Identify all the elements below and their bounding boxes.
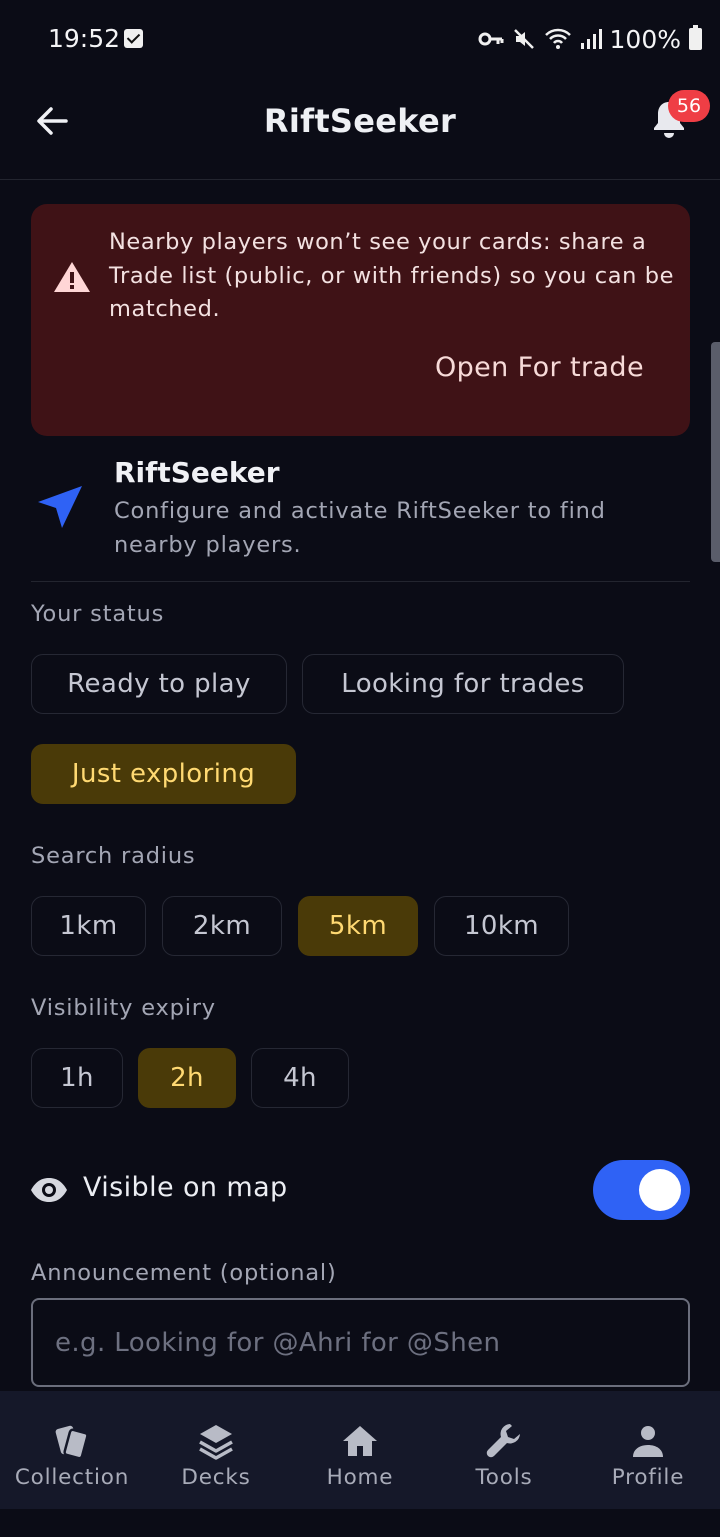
radius-label: Search radius bbox=[31, 843, 196, 869]
radius-chip-1km[interactable]: 1km bbox=[31, 896, 146, 956]
notification-badge: 56 bbox=[668, 90, 710, 122]
checkbox-notification-icon bbox=[124, 29, 143, 48]
nav-label-home: Home bbox=[326, 1465, 394, 1490]
visible-on-map-toggle[interactable] bbox=[593, 1160, 690, 1220]
nav-item-profile[interactable]: Profile bbox=[576, 1391, 720, 1509]
status-icons: 100% bbox=[478, 22, 702, 56]
home-icon bbox=[343, 1426, 377, 1456]
mute-icon bbox=[513, 29, 534, 49]
warning-message: Nearby players won’t see your cards: sha… bbox=[109, 229, 675, 322]
open-for-trade-button[interactable]: Open For trade bbox=[435, 352, 644, 383]
page-title: RiftSeeker bbox=[263, 102, 457, 140]
nav-label-decks: Decks bbox=[181, 1465, 251, 1490]
vpn-key-icon bbox=[478, 32, 504, 46]
riftseeker-header: RiftSeeker Configure and activate RiftSe… bbox=[0, 454, 720, 582]
layers-icon bbox=[199, 1425, 233, 1460]
feature-description: Configure and activate RiftSeeker to fin… bbox=[114, 498, 606, 558]
person-icon bbox=[633, 1426, 663, 1457]
nav-label-profile: Profile bbox=[611, 1465, 685, 1490]
bottom-navigation: Collection Decks Home Tools Profile bbox=[0, 1391, 720, 1509]
radius-chip-10km[interactable]: 10km bbox=[434, 896, 569, 956]
expiry-chip-1h[interactable]: 1h bbox=[31, 1048, 123, 1108]
nav-item-decks[interactable]: Decks bbox=[144, 1391, 288, 1509]
battery-icon bbox=[689, 25, 702, 50]
system-navigation-bar bbox=[0, 1509, 720, 1537]
expiry-chip-4h[interactable]: 4h bbox=[251, 1048, 349, 1108]
status-chip-just-exploring[interactable]: Just exploring bbox=[31, 744, 296, 804]
nav-label-tools: Tools bbox=[475, 1465, 533, 1490]
wrench-icon bbox=[486, 1424, 520, 1458]
status-bar: 19:52 100% bbox=[0, 0, 720, 80]
status-chip-looking-for-trades[interactable]: Looking for trades bbox=[302, 654, 624, 714]
nav-item-collection[interactable]: Collection bbox=[0, 1391, 144, 1509]
feature-title: RiftSeeker bbox=[114, 456, 280, 489]
cards-icon bbox=[55, 1425, 89, 1460]
status-chip-ready-to-play[interactable]: Ready to play bbox=[31, 654, 287, 714]
expiry-label: Visibility expiry bbox=[31, 995, 216, 1021]
announcement-input[interactable] bbox=[31, 1298, 690, 1387]
navigation-arrow-icon bbox=[38, 486, 82, 528]
status-time: 19:52 bbox=[48, 24, 121, 53]
visible-on-map-label: Visible on map bbox=[83, 1172, 288, 1203]
status-label: Your status bbox=[31, 601, 165, 627]
trade-list-warning: Nearby players won’t see your cards: sha… bbox=[31, 204, 690, 436]
warning-icon bbox=[54, 262, 90, 292]
radius-chip-2km[interactable]: 2km bbox=[162, 896, 282, 956]
wifi-icon bbox=[544, 28, 571, 49]
scrollbar-thumb[interactable] bbox=[711, 342, 720, 562]
nav-item-tools[interactable]: Tools bbox=[432, 1391, 576, 1509]
divider bbox=[31, 581, 690, 582]
signal-icon bbox=[580, 29, 602, 49]
app-bar: RiftSeeker 56 bbox=[0, 80, 720, 180]
nav-label-collection: Collection bbox=[14, 1465, 130, 1490]
battery-percent: 100% bbox=[609, 24, 681, 54]
announcement-label: Announcement (optional) bbox=[31, 1260, 337, 1286]
radius-chip-5km[interactable]: 5km bbox=[298, 896, 418, 956]
visible-on-map-row: Visible on map bbox=[0, 1158, 720, 1224]
eye-icon bbox=[31, 1178, 67, 1202]
nav-item-home[interactable]: Home bbox=[288, 1391, 432, 1509]
expiry-chip-2h[interactable]: 2h bbox=[138, 1048, 236, 1108]
toggle-knob bbox=[639, 1169, 681, 1211]
